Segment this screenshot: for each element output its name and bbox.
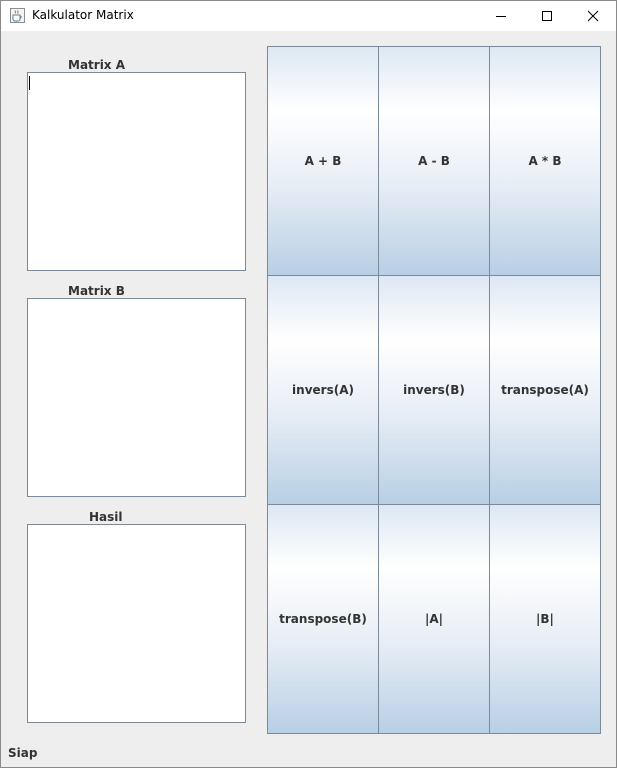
minimize-icon [496, 16, 506, 17]
transpose-b-button[interactable]: transpose(B) [267, 504, 379, 734]
matrix-b-label: Matrix B [68, 284, 125, 298]
maximize-icon [542, 11, 552, 21]
determinant-b-button[interactable]: |B| [489, 504, 601, 734]
app-window: Kalkulator Matrix Matrix A Matrix B Hasi… [0, 0, 617, 768]
matrix-b-input[interactable] [27, 298, 246, 497]
maximize-button[interactable] [524, 1, 570, 31]
operation-button-grid: A + B A - B A * B invers(A) invers(B) tr… [267, 46, 601, 734]
text-caret [29, 76, 30, 90]
close-icon [587, 10, 599, 22]
hasil-label: Hasil [89, 510, 123, 524]
transpose-a-button[interactable]: transpose(A) [489, 275, 601, 505]
title-bar[interactable]: Kalkulator Matrix [1, 1, 616, 31]
java-cup-icon [10, 8, 25, 23]
determinant-a-button[interactable]: |A| [378, 504, 490, 734]
close-button[interactable] [570, 1, 616, 31]
status-label: Siap [8, 746, 38, 760]
matrix-a-input[interactable] [27, 72, 246, 271]
window-title: Kalkulator Matrix [32, 8, 134, 22]
hasil-output[interactable] [27, 524, 246, 723]
multiply-button[interactable]: A * B [489, 46, 601, 276]
minimize-button[interactable] [478, 1, 524, 31]
inverse-a-button[interactable]: invers(A) [267, 275, 379, 505]
subtract-button[interactable]: A - B [378, 46, 490, 276]
add-button[interactable]: A + B [267, 46, 379, 276]
matrix-a-label: Matrix A [68, 58, 126, 72]
inverse-b-button[interactable]: invers(B) [378, 275, 490, 505]
